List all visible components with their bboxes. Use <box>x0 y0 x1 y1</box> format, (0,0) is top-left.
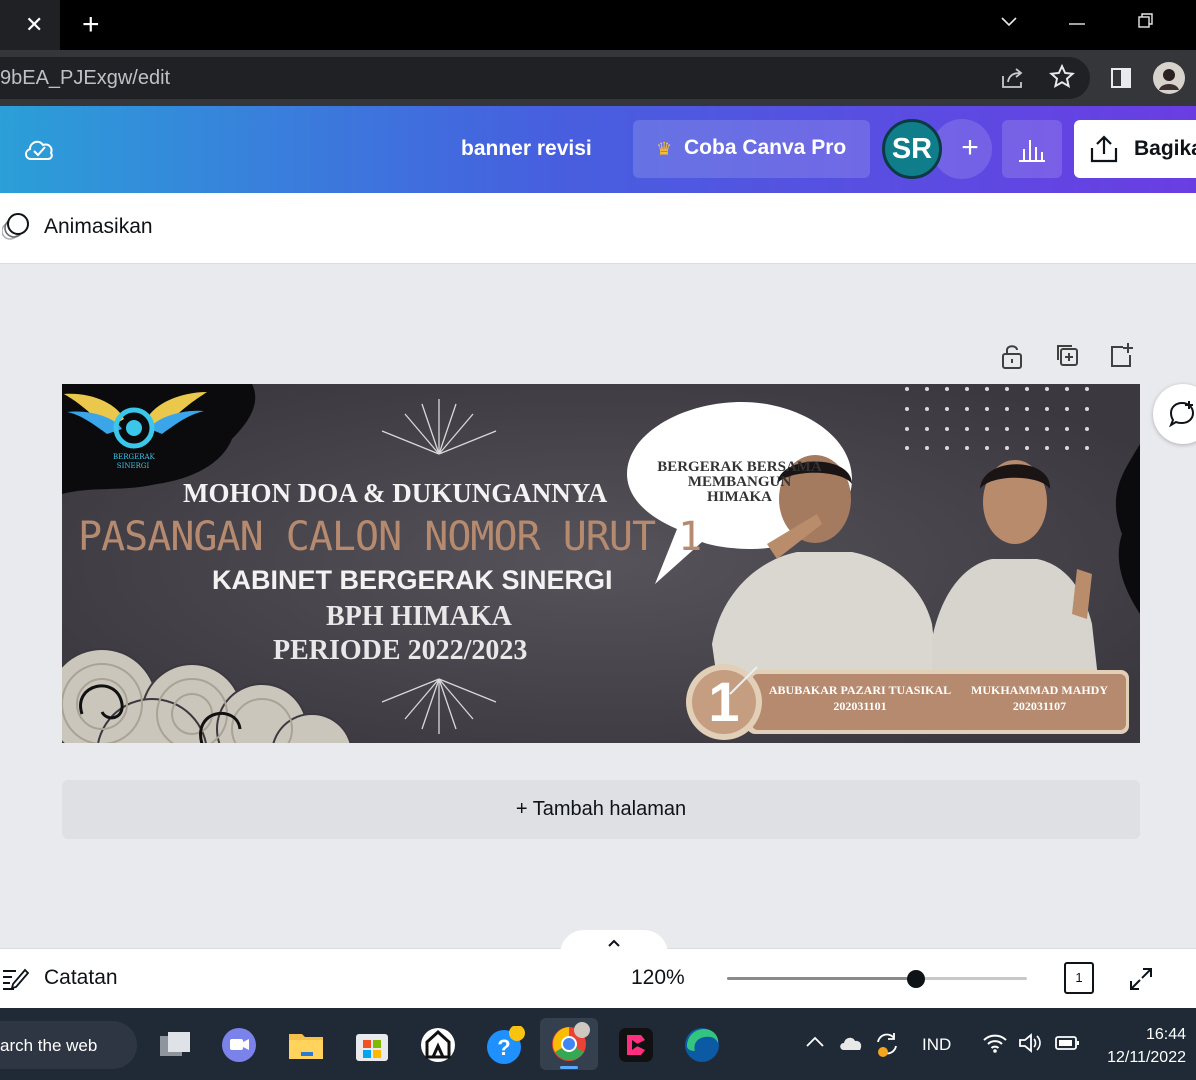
new-tab-button[interactable]: + <box>82 10 100 40</box>
chevron-up-icon <box>608 939 620 947</box>
animate-button[interactable]: Animasikan <box>44 215 153 239</box>
logo-text-line2: SINERGI <box>116 462 150 470</box>
url-text[interactable]: 9bEA_PJExgw/edit <box>0 67 170 90</box>
clock-time: 16:44 <box>1145 1026 1186 1043</box>
bookmark-star-icon[interactable] <box>1049 63 1075 96</box>
banner-cabinet: KABINET BERGERAK SINERGI <box>212 565 613 595</box>
onedrive-cloud-icon[interactable] <box>838 1034 864 1057</box>
video-editor-icon[interactable] <box>617 1026 655 1064</box>
zoom-slider-fill <box>727 977 916 980</box>
banner-period: PERIODE 2022/2023 <box>273 635 528 666</box>
banner-org: BPH HIMAKA <box>326 601 512 632</box>
get-help-icon[interactable]: ? <box>485 1025 525 1064</box>
page-count-button[interactable]: 1 <box>1064 962 1094 994</box>
plus-icon: + <box>961 131 979 164</box>
fullscreen-icon[interactable] <box>1128 966 1154 997</box>
banner-candidate-line: PASANGAN CALON NOMOR URUT 1 <box>78 514 702 560</box>
try-canva-pro-label[interactable]: Coba Canva Pro <box>684 136 846 160</box>
candidate1-id: 202031101 <box>833 699 887 713</box>
comment-icon <box>1168 401 1195 428</box>
candidate2-id: 202031107 <box>1012 699 1067 713</box>
battery-icon[interactable] <box>1055 1035 1081 1056</box>
candidate-number: 1 <box>708 670 740 733</box>
share-page-icon[interactable] <box>1000 66 1026 96</box>
system-clock[interactable]: 16:44 12/11/2022 <box>1102 1023 1186 1069</box>
microsoft-store-icon[interactable] <box>353 1026 391 1064</box>
document-title[interactable]: banner revisi <box>461 137 592 161</box>
duplicate-page-icon[interactable] <box>1054 342 1080 368</box>
profile-avatar-icon[interactable] <box>1153 62 1185 100</box>
cloud-saved-icon[interactable] <box>22 134 56 164</box>
task-view-icon[interactable] <box>156 1026 194 1064</box>
zoom-slider-handle[interactable] <box>907 970 925 988</box>
svg-text:?: ? <box>497 1035 510 1060</box>
share-label[interactable]: Bagikan <box>1134 137 1196 161</box>
wifi-icon[interactable] <box>982 1032 1008 1059</box>
crown-icon: ♛ <box>656 139 673 159</box>
notes-button[interactable]: Catatan <box>44 966 118 990</box>
banner-headline: MOHON DOA & DUKUNGANNYA <box>183 478 608 508</box>
taskbar-search-text[interactable]: arch the web <box>0 1036 97 1056</box>
add-page-icon[interactable] <box>1108 342 1134 368</box>
bubble-line2: MEMBANGUN <box>687 474 792 490</box>
add-comment-button[interactable] <box>1153 384 1196 444</box>
input-language[interactable]: IND <box>922 1035 951 1055</box>
close-tab-icon[interactable]: ✕ <box>25 12 43 38</box>
bar-chart-icon <box>1019 140 1045 162</box>
volume-icon[interactable] <box>1017 1032 1043 1059</box>
tab-search-chevron-icon[interactable] <box>1000 12 1018 33</box>
notes-icon[interactable] <box>2 967 30 996</box>
collapse-pages-tab[interactable] <box>560 930 668 954</box>
app-outline-icon[interactable] <box>419 1026 457 1064</box>
bubble-line3: HIMAKA <box>707 489 772 505</box>
design-canvas[interactable]: BERGERAK SINERGI MOHON DOA & DUKUNGANNYA… <box>62 384 1140 743</box>
file-explorer-icon[interactable] <box>287 1026 325 1064</box>
zoom-slider[interactable] <box>727 977 1027 980</box>
logo-text-line1: BERGERAK <box>113 453 155 461</box>
candidate1-name: ABUBAKAR PAZARI TUASIKAL <box>768 683 952 697</box>
lock-icon[interactable] <box>1000 342 1026 369</box>
clock-date: 12/11/2022 <box>1107 1049 1186 1066</box>
candidate2-name: MUKHAMMAD MAHDY <box>971 683 1108 697</box>
tray-overflow-chevron-icon[interactable] <box>805 1034 825 1053</box>
add-page-button[interactable]: + Tambah halaman <box>62 780 1140 839</box>
zoom-level[interactable]: 120% <box>631 966 685 990</box>
teams-chat-icon[interactable] <box>220 1026 258 1064</box>
edge-browser-icon[interactable] <box>683 1026 721 1064</box>
chrome-taskbar-icon[interactable] <box>540 1018 598 1070</box>
bubble-line1: BERGERAK BERSAMA <box>657 459 822 475</box>
minimize-icon[interactable] <box>1068 12 1086 33</box>
insights-button[interactable] <box>1002 120 1062 178</box>
upload-icon <box>1090 135 1118 163</box>
user-avatar[interactable]: SR <box>882 119 942 179</box>
sync-icon[interactable] <box>874 1030 900 1063</box>
side-panel-icon[interactable] <box>1110 67 1132 95</box>
animate-icon[interactable] <box>1 211 32 248</box>
context-toolbar <box>0 193 1196 264</box>
restore-icon[interactable] <box>1137 12 1155 35</box>
